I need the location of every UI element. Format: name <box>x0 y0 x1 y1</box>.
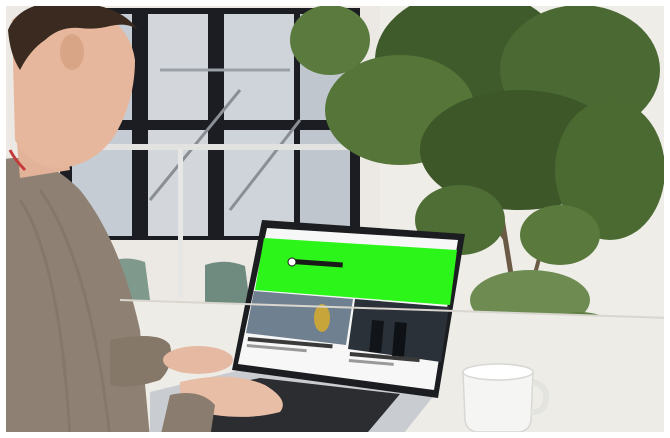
ear <box>60 34 84 70</box>
background-chair-2 <box>205 261 250 305</box>
office-photo <box>0 0 670 438</box>
left-hand <box>163 346 233 374</box>
